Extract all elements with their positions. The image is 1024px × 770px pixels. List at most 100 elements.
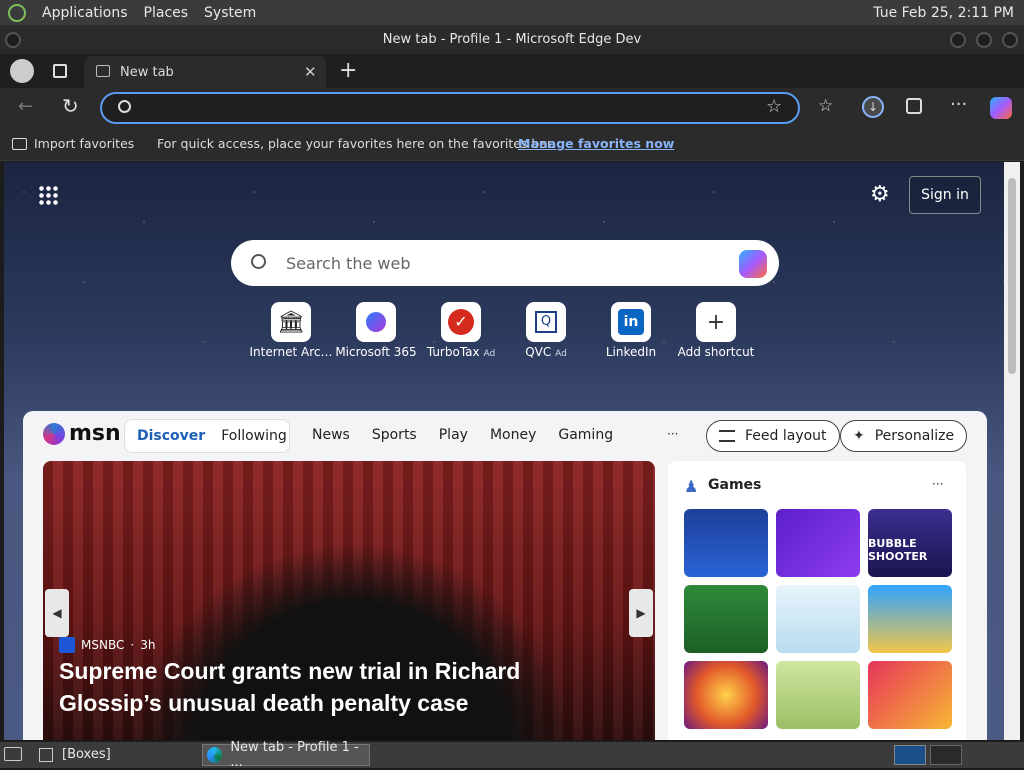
hero-age: 3h xyxy=(140,638,156,652)
game-tile-jewels[interactable] xyxy=(684,661,768,729)
tab-new-tab[interactable]: New tab ✕ xyxy=(84,56,326,88)
feed-layout-label: Feed layout xyxy=(745,428,827,444)
menu-system[interactable]: System xyxy=(204,5,256,21)
window-menu-icon[interactable] xyxy=(5,32,21,48)
feed-more-button[interactable]: ··· xyxy=(667,427,678,441)
separator-dot: · xyxy=(130,638,135,652)
feed-layout-button[interactable]: Feed layout xyxy=(706,420,840,452)
shortcut-turbotax[interactable]: ✓ TurboTax Ad xyxy=(416,302,506,359)
shortcut-qvc[interactable]: Q QVC Ad xyxy=(501,302,591,359)
manage-favorites-link[interactable]: Manage favorites now xyxy=(518,136,674,151)
edge-icon xyxy=(207,747,223,763)
favorites-bar: Import favorites For quick access, place… xyxy=(0,128,1024,161)
taskbar-edge-label: New tab - Profile 1 - ... xyxy=(230,740,359,770)
shortcut-add[interactable]: + Add shortcut xyxy=(671,302,761,359)
tab-discover[interactable]: Discover xyxy=(125,428,217,444)
web-search-box[interactable]: Search the web xyxy=(231,240,779,286)
new-tab-button[interactable]: + xyxy=(339,58,357,83)
taskbar-item-boxes[interactable]: [Boxes] xyxy=(62,747,111,762)
turbotax-icon: ✓ xyxy=(441,302,481,342)
downloads-icon[interactable]: ↓ xyxy=(862,96,884,118)
shortcut-label: Microsoft 365 xyxy=(335,345,417,359)
games-icon: ♟ xyxy=(684,477,699,496)
workspace-empty[interactable] xyxy=(930,745,962,765)
profile-avatar[interactable] xyxy=(10,59,34,83)
nav-gaming[interactable]: Gaming xyxy=(558,427,613,443)
taskbar-item-edge[interactable]: New tab - Profile 1 - ... xyxy=(202,740,370,770)
msnbc-logo-icon xyxy=(59,637,75,653)
scrollbar-thumb[interactable] xyxy=(1008,178,1016,374)
nav-sports[interactable]: Sports xyxy=(372,427,417,443)
apps-grid-icon[interactable] xyxy=(38,185,58,205)
personalize-label: Personalize xyxy=(874,428,955,444)
hero-headline[interactable]: Supreme Court grants new trial in Richar… xyxy=(59,655,599,719)
shortcut-linkedin[interactable]: in LinkedIn xyxy=(586,302,676,359)
workspace-switcher[interactable] xyxy=(894,745,926,765)
msn-butterfly-icon xyxy=(43,422,65,445)
boxes-app-icon xyxy=(39,748,53,762)
shortcut-label: TurboTax xyxy=(426,345,480,359)
window-titlebar: New tab - Profile 1 - Microsoft Edge Dev xyxy=(0,25,1024,54)
tab-strip: New tab ✕ + xyxy=(0,54,1024,88)
shortcut-microsoft-365[interactable]: Microsoft 365 xyxy=(331,302,421,359)
hero-source-name: MSNBC xyxy=(81,638,125,652)
more-menu-button[interactable]: ··· xyxy=(950,94,967,115)
hero-news-card[interactable]: ◀ ▶ MSNBC · 3h Supreme Court grants new … xyxy=(43,461,655,740)
nav-news[interactable]: News xyxy=(312,427,350,443)
nav-money[interactable]: Money xyxy=(490,427,536,443)
search-placeholder: Search the web xyxy=(286,254,411,273)
ad-badge: Ad xyxy=(555,349,567,359)
game-tile-mahjong[interactable] xyxy=(684,585,768,653)
game-tile-rabbit-puzzle[interactable] xyxy=(776,661,860,729)
tab-following[interactable]: Following xyxy=(217,428,291,444)
game-tile-blocks[interactable] xyxy=(684,509,768,577)
copilot-icon[interactable] xyxy=(739,250,767,278)
menu-places[interactable]: Places xyxy=(144,5,189,21)
maximize-button[interactable] xyxy=(976,32,992,48)
extensions-icon[interactable] xyxy=(906,98,922,114)
carousel-next-button[interactable]: ▶ xyxy=(629,589,653,637)
clock[interactable]: Tue Feb 25, 2:11 PM xyxy=(873,5,1024,21)
sign-in-button[interactable]: Sign in xyxy=(909,176,981,214)
window-title: New tab - Profile 1 - Microsoft Edge Dev xyxy=(382,32,642,47)
nav-play[interactable]: Play xyxy=(439,427,468,443)
import-favorites-button[interactable]: Import favorites xyxy=(12,136,134,151)
internet-archive-icon: 🏛 xyxy=(271,302,311,342)
msn-logo[interactable]: msn xyxy=(43,421,121,446)
plus-icon: + xyxy=(696,302,736,342)
favorite-star-icon[interactable]: ☆ xyxy=(766,96,782,117)
refresh-button[interactable]: ↻ xyxy=(62,94,79,118)
game-tile-rocket[interactable] xyxy=(776,509,860,577)
shortcut-label: QVC xyxy=(525,345,552,359)
game-tile-stickman[interactable] xyxy=(776,585,860,653)
favorites-icon[interactable]: ☆ xyxy=(818,96,833,116)
search-icon xyxy=(118,100,131,113)
personalize-button[interactable]: ✦ Personalize xyxy=(840,420,968,452)
show-desktop-icon[interactable] xyxy=(4,747,22,761)
game-tile-bubble-shooter[interactable]: BUBBLE SHOOTER xyxy=(868,509,952,577)
carousel-prev-button[interactable]: ◀ xyxy=(45,589,69,637)
shortcut-internet-archive[interactable]: 🏛 Internet Arc… xyxy=(246,302,336,359)
qvc-icon: Q xyxy=(526,302,566,342)
desktop-taskbar: [Boxes] New tab - Profile 1 - ... xyxy=(0,740,1024,770)
close-tab-icon[interactable]: ✕ xyxy=(304,63,317,81)
address-bar[interactable]: ☆ xyxy=(100,92,800,124)
menu-applications[interactable]: Applications xyxy=(42,5,128,21)
back-button[interactable]: ← xyxy=(18,96,33,117)
game-tile-block-puzzle[interactable] xyxy=(868,661,952,729)
import-favorites-label: Import favorites xyxy=(34,136,135,151)
settings-gear-icon[interactable]: ⚙ xyxy=(870,182,890,207)
tab-actions-icon[interactable] xyxy=(53,64,67,78)
apps-logo-icon[interactable] xyxy=(8,3,26,22)
search-icon xyxy=(251,254,266,269)
feed-nav: News Sports Play Money Gaming xyxy=(312,427,613,443)
games-more-button[interactable]: ··· xyxy=(932,477,943,491)
minimize-button[interactable] xyxy=(950,32,966,48)
games-title: Games xyxy=(708,477,762,493)
games-card: ♟ Games ··· BUBBLE SHOOTER xyxy=(668,461,966,740)
copilot-icon[interactable] xyxy=(990,97,1012,119)
close-window-button[interactable] xyxy=(1002,32,1018,48)
tab-page-icon xyxy=(96,65,110,77)
game-tile-block-sunglasses[interactable] xyxy=(868,585,952,653)
favorites-hint: For quick access, place your favorites h… xyxy=(157,136,555,151)
